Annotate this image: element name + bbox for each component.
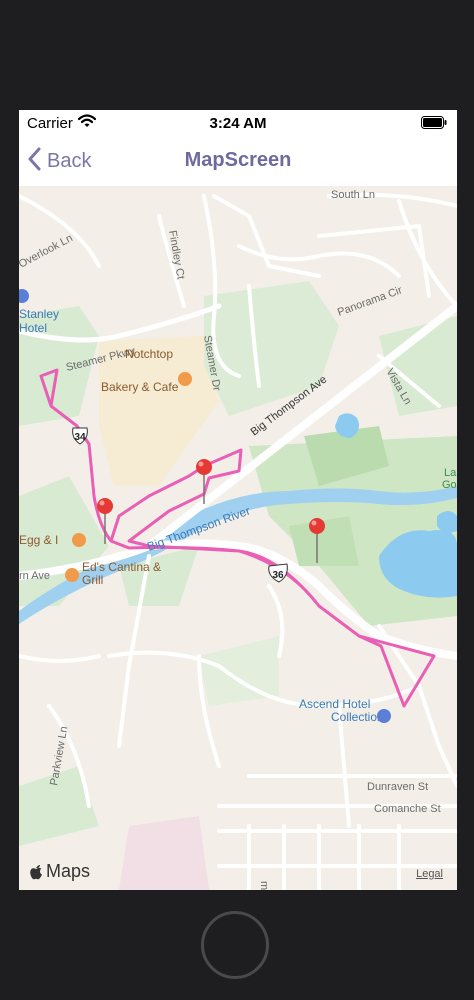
apple-icon [29, 864, 43, 880]
home-button[interactable] [201, 911, 269, 979]
label-lake-1: La [444, 467, 457, 479]
road-label-comanche-st: Comanche St [374, 803, 441, 815]
road-label-south-ln: South Ln [331, 189, 375, 201]
status-time: 3:24 AM [209, 115, 267, 132]
road-label-m-ave-fragment: m Ave [258, 881, 270, 890]
navigation-bar: Back MapScreen [19, 136, 457, 186]
highway-34-shield: 34 [72, 427, 88, 445]
poi-eds-label-1: Ed's Cantina & [82, 560, 161, 574]
maps-logo-label: Maps [46, 861, 91, 881]
poi-ascend-label-2: Collection [331, 710, 384, 724]
poi-notchtop-label-1: Notchtop [125, 347, 173, 361]
hwy-34-label: 34 [74, 432, 86, 443]
device-frame: Carrier 3:24 AM Back MapScreen 34 36 Sou… [0, 0, 474, 1000]
bed-icon [377, 709, 391, 723]
poi-eds-label-2: Grill [82, 573, 103, 587]
label-lake-2: Go [442, 479, 457, 491]
legal-link[interactable]: Legal [416, 868, 443, 880]
road-label-dunraven-st: Dunraven St [367, 781, 428, 793]
hwy-36-label: 36 [272, 570, 284, 581]
label-stanley-2: Hotel [19, 321, 47, 335]
page-title: MapScreen [184, 149, 292, 171]
poi-ascend-label-1: Ascend Hotel [299, 697, 370, 711]
fork-knife-icon [72, 533, 86, 547]
battery-icon [421, 116, 447, 133]
fork-knife-icon [178, 372, 192, 386]
map-canvas[interactable]: 34 36 South Ln Overlook Ln Findley Ct Pa… [19, 186, 457, 890]
map-view[interactable]: 34 36 South Ln Overlook Ln Findley Ct Pa… [19, 186, 457, 890]
road-label-ave-fragment: rn Ave [19, 570, 50, 582]
poi-notchtop-label-2: Bakery & Cafe [101, 380, 179, 394]
fork-knife-icon [65, 568, 79, 582]
status-bar: Carrier 3:24 AM [19, 110, 457, 136]
apple-maps-logo: Maps [29, 861, 90, 882]
label-stanley-1: Stanley [19, 307, 59, 321]
poi-egg-label: Egg & I [19, 533, 58, 547]
screen: Carrier 3:24 AM Back MapScreen 34 36 Sou… [19, 110, 457, 890]
poi-egg-and-i[interactable]: Egg & I [19, 533, 86, 547]
